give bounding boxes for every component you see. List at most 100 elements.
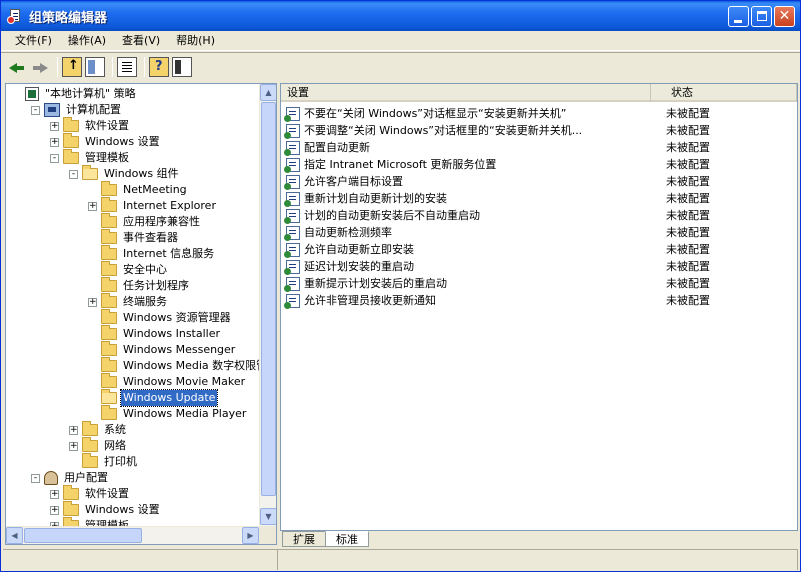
back-icon[interactable]	[7, 57, 27, 77]
forward-icon[interactable]	[30, 57, 50, 77]
properties-pane-icon[interactable]	[172, 56, 192, 77]
tree-item[interactable]: Windows Installer	[88, 325, 222, 342]
tree-item[interactable]: + Internet Explorer	[88, 197, 218, 214]
list-item[interactable]: 允许非管理员接收更新通知 未被配置	[281, 292, 797, 309]
tree-vertical-scrollbar[interactable]: ▲ ▼	[259, 84, 276, 526]
tab-0[interactable]: 扩展	[282, 531, 326, 547]
list-item[interactable]: 配置自动更新 未被配置	[281, 139, 797, 156]
tree-item[interactable]: + Windows 设置	[50, 133, 162, 150]
maximize-button[interactable]	[751, 6, 772, 27]
scroll-left-button[interactable]: ◀	[6, 527, 23, 544]
tree-item[interactable]: 打印机	[69, 453, 139, 470]
list-item[interactable]: 指定 Intranet Microsoft 更新服务位置 未被配置	[281, 156, 797, 173]
window: 组策略编辑器 ✕ 文件(F) 操作(A) 查看(V) 帮助(H) "本地计算机"…	[0, 0, 801, 572]
tree-item-label: 软件设置	[85, 487, 129, 500]
close-button[interactable]: ✕	[774, 6, 795, 27]
collapse-icon[interactable]: -	[69, 169, 78, 179]
folder-icon	[101, 405, 117, 420]
menu-view[interactable]: 查看(V)	[114, 32, 168, 50]
list-item[interactable]: 不要调整“关闭 Windows”对话框里的“安装更新并关机... 未被配置	[281, 122, 797, 139]
expand-icon[interactable]: +	[88, 201, 97, 211]
folder-icon	[82, 437, 98, 452]
tree-item[interactable]: + 网络	[69, 437, 128, 454]
expand-icon[interactable]: +	[50, 505, 59, 515]
menu-help[interactable]: 帮助(H)	[168, 32, 223, 50]
tree-item-label: 用户配置	[64, 471, 108, 484]
hscroll-thumb[interactable]	[24, 528, 142, 543]
help-icon[interactable]	[149, 56, 169, 77]
tree-item[interactable]: - 用户配置	[31, 470, 110, 486]
tree-item[interactable]: Windows Messenger	[88, 341, 237, 358]
tree-item[interactable]: - 计算机配置	[31, 102, 123, 118]
list-item[interactable]: 允许客户端目标设置 未被配置	[281, 173, 797, 190]
tree-item[interactable]: Windows Media 数字权限管理	[88, 357, 260, 374]
collapse-icon[interactable]: -	[31, 105, 40, 115]
collapse-icon[interactable]: -	[50, 153, 59, 163]
tree-item[interactable]: - Windows 组件	[69, 165, 181, 182]
list-item[interactable]: 延迟计划安装的重启动 未被配置	[281, 258, 797, 275]
expand-icon[interactable]: +	[69, 425, 78, 435]
folder-icon	[63, 501, 79, 516]
tree-item[interactable]: + 终端服务	[88, 293, 169, 310]
tree-horizontal-scrollbar[interactable]: ◀ ▶	[6, 526, 260, 544]
tree-item[interactable]: Windows 资源管理器	[88, 309, 233, 326]
column-header-setting[interactable]: 设置	[281, 84, 651, 102]
column-header-state[interactable]: 状态	[651, 84, 797, 102]
tree-item[interactable]: + Windows 设置	[50, 501, 162, 518]
scroll-up-button[interactable]: ▲	[260, 84, 276, 101]
setting-name: 延迟计划安装的重启动	[304, 260, 414, 273]
tree-item[interactable]: - 管理模板	[50, 149, 131, 166]
tree-item[interactable]: Windows Update	[88, 389, 219, 407]
tree-item-label: Windows Installer	[123, 327, 221, 340]
export-list-icon[interactable]	[117, 56, 137, 77]
list-item[interactable]: 计划的自动更新安装后不自动重启动 未被配置	[281, 207, 797, 224]
menu-file[interactable]: 文件(F)	[7, 32, 60, 50]
details-pane: 设置 状态 不要在“关闭 Windows”对话框显示“安装更新并关机” 未被配置不…	[280, 83, 798, 531]
tree-item[interactable]: Internet 信息服务	[88, 245, 216, 262]
tree-item[interactable]: + 软件设置	[50, 485, 131, 502]
scroll-right-button[interactable]: ▶	[242, 527, 259, 544]
tree-item-label: Windows 组件	[104, 167, 179, 180]
list-item[interactable]: 允许自动更新立即安装 未被配置	[281, 241, 797, 258]
tree-item[interactable]: + 系统	[69, 421, 128, 438]
list-item[interactable]: 不要在“关闭 Windows”对话框显示“安装更新并关机” 未被配置	[281, 105, 797, 122]
tree-item[interactable]: + 软件设置	[50, 117, 131, 134]
expand-icon[interactable]: +	[50, 137, 59, 147]
expand-icon[interactable]: +	[88, 297, 97, 307]
tree-item[interactable]: Windows Media Player	[88, 405, 248, 422]
tree-item[interactable]: 安全中心	[88, 261, 169, 278]
collapse-icon[interactable]: -	[31, 473, 40, 483]
list-item[interactable]: 重新提示计划安装后的重启动 未被配置	[281, 275, 797, 292]
folder-icon	[82, 453, 98, 468]
menu-action[interactable]: 操作(A)	[60, 32, 114, 50]
tree-item[interactable]: 应用程序兼容性	[88, 213, 202, 230]
minimize-button[interactable]	[728, 6, 749, 27]
show-hide-tree-icon[interactable]	[85, 56, 105, 77]
tree-item[interactable]: "本地计算机" 策略	[12, 86, 138, 102]
expand-icon[interactable]: +	[50, 121, 59, 131]
tree-item[interactable]: NetMeeting	[88, 181, 189, 198]
list-item[interactable]: 重新计划自动更新计划的安装 未被配置	[281, 190, 797, 207]
expand-icon[interactable]: +	[50, 489, 59, 499]
tree-item[interactable]: + 管理模板	[50, 517, 131, 526]
tree-item[interactable]: 事件查看器	[88, 229, 180, 246]
scroll-thumb[interactable]	[261, 102, 276, 496]
up-folder-icon[interactable]	[62, 56, 82, 77]
view-tabs: 扩展 标准	[282, 531, 369, 547]
tree-item[interactable]: Windows Movie Maker	[88, 373, 247, 390]
setting-state: 未被配置	[666, 277, 710, 290]
title-bar[interactable]: 组策略编辑器 ✕	[1, 1, 800, 31]
list-item[interactable]: 自动更新检测频率 未被配置	[281, 224, 797, 241]
tab-1[interactable]: 标准	[325, 531, 369, 547]
tree-item[interactable]: 任务计划程序	[88, 277, 191, 294]
folder-icon	[101, 309, 117, 324]
computer-icon	[44, 103, 60, 117]
tree-item-label: Windows Update	[119, 389, 219, 407]
scroll-down-button[interactable]: ▼	[260, 508, 276, 525]
expand-icon[interactable]: +	[69, 441, 78, 451]
folder-open-icon	[101, 389, 117, 404]
policy-setting-icon	[284, 208, 300, 224]
